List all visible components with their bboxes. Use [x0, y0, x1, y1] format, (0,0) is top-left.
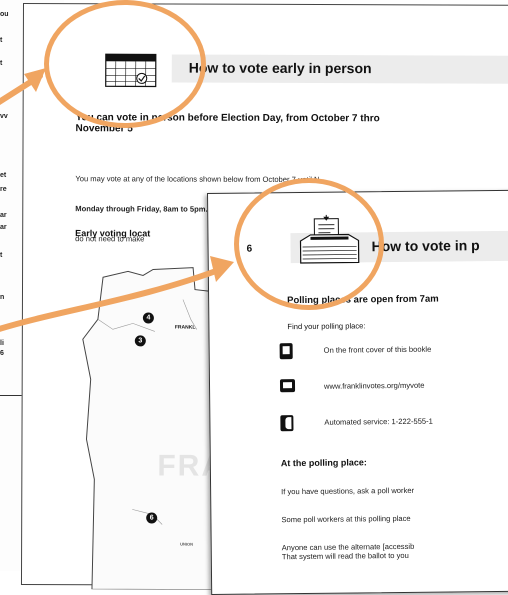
map-marker: 4: [143, 312, 154, 323]
find-option-text: Automated service: 1-222-555-1: [324, 417, 433, 427]
map-marker: 6: [146, 512, 157, 523]
left-text-fragment: li: [0, 340, 4, 348]
left-text-fragment: t: [0, 252, 2, 260]
phone-icon: [280, 415, 293, 431]
map-city-label: FRANKL: [175, 325, 196, 331]
find-option-text: On the front cover of this bookle: [324, 345, 432, 355]
left-text-fragment: n: [0, 294, 4, 302]
left-text-fragment: vv: [0, 113, 8, 121]
left-text-fragment: et: [0, 172, 6, 180]
early-voting-locations-heading: Early voting locat: [75, 228, 150, 238]
left-text-fragment: ar: [0, 212, 7, 220]
find-option-text: www.franklinvotes.org/myvote: [324, 381, 425, 391]
at-polling-place-heading: At the polling place:: [281, 457, 367, 468]
highlight-circle: [234, 178, 384, 310]
left-text-fragment: t: [0, 60, 2, 68]
left-text-fragment: 6: [0, 350, 4, 358]
computer-icon: [280, 379, 295, 392]
polling-place-paragraph: If you have questions, ask a poll worker: [281, 486, 414, 496]
booklet-icon: [280, 343, 293, 359]
highlight-circle: [44, 0, 206, 128]
find-polling-place-label: Find your polling place:: [287, 321, 365, 331]
early-voting-title: How to vote early in person: [189, 60, 372, 77]
polling-place-paragraph: Some poll workers at this polling place: [281, 514, 410, 524]
left-text-fragment: ar: [0, 224, 7, 232]
polling-place-paragraph: Anyone can use the alternate [accessib T…: [282, 542, 415, 561]
left-text-fragment: t: [0, 37, 2, 45]
vote-in-person-title: How to vote in p: [371, 237, 479, 254]
left-text-fragment: ou: [0, 11, 9, 19]
map-city-label: UNION: [180, 542, 193, 547]
map-marker: 3: [135, 335, 146, 346]
left-text-fragment: re: [0, 186, 7, 194]
